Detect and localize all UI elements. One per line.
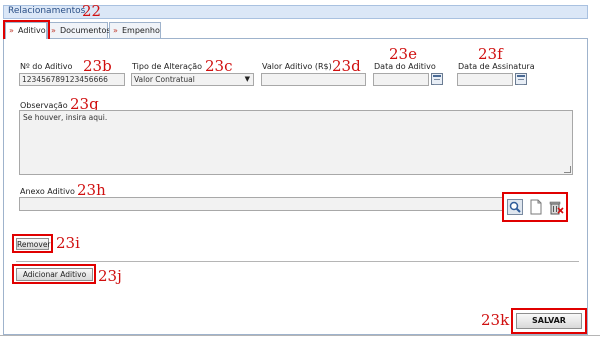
data-aditivo-input[interactable] [373, 73, 429, 86]
chevron-down-icon: » [113, 26, 118, 35]
tab-empenho[interactable]: » Empenho [109, 22, 161, 38]
numero-aditivo-label: Nº do Aditivo [20, 62, 73, 71]
document-icon[interactable] [528, 199, 544, 215]
calendar-icon[interactable] [515, 73, 527, 85]
annotation-23j: 23j [98, 267, 122, 285]
resize-grip-icon[interactable] [564, 166, 571, 173]
footer-line [0, 335, 600, 336]
data-assinatura-input[interactable] [457, 73, 513, 86]
numero-aditivo-input[interactable]: 123456789123456666 [19, 73, 125, 86]
annotation-23i: 23i [56, 234, 80, 252]
tipo-alteracao-select[interactable]: Valor Contratual ▼ [131, 73, 254, 86]
tab-documentos[interactable]: » Documentos [47, 22, 111, 38]
remover-button[interactable]: Remover [16, 238, 51, 250]
search-icon[interactable] [507, 199, 523, 215]
annotation-23e: 23e [389, 45, 417, 63]
chevron-down-icon: » [51, 26, 56, 35]
annotation-23d: 23d [332, 57, 361, 75]
tab-documentos-label: Documentos [60, 26, 111, 35]
annotation-23f: 23f [478, 45, 503, 63]
observacao-placeholder: Se houver, insira aqui. [23, 113, 108, 122]
anexo-aditivo-input[interactable] [19, 197, 503, 211]
tipo-alteracao-selected: Valor Contratual [134, 75, 195, 84]
section-title: Relacionamentos [8, 6, 86, 16]
valor-aditivo-label: Valor Aditivo (R$) [262, 62, 332, 71]
data-aditivo-label: Data do Aditivo [374, 62, 436, 71]
valor-aditivo-input[interactable] [261, 73, 366, 86]
observacao-label: Observação [20, 101, 68, 110]
calendar-icon[interactable] [431, 73, 443, 85]
annotation-23b: 23b [83, 57, 112, 75]
dropdown-arrow-icon: ▼ [244, 75, 250, 83]
annotation-22: 22 [82, 2, 102, 20]
adicionar-aditivo-button[interactable]: Adicionar Aditivo [16, 268, 93, 281]
annotation-23k: 23k [481, 311, 510, 329]
annotation-23h: 23h [77, 181, 106, 199]
data-assinatura-label: Data de Assinatura [458, 62, 535, 71]
tipo-alteracao-label: Tipo de Alteração [132, 62, 203, 71]
salvar-button[interactable]: SALVAR [516, 313, 582, 329]
delete-icon[interactable] [548, 199, 564, 215]
annotation-23c: 23c [205, 57, 233, 75]
anexo-aditivo-label: Anexo Aditivo [20, 187, 75, 196]
separator-line [16, 261, 579, 262]
observacao-textarea[interactable]: Se houver, insira aqui. [19, 110, 573, 175]
tab-empenho-label: Empenho [122, 26, 160, 35]
